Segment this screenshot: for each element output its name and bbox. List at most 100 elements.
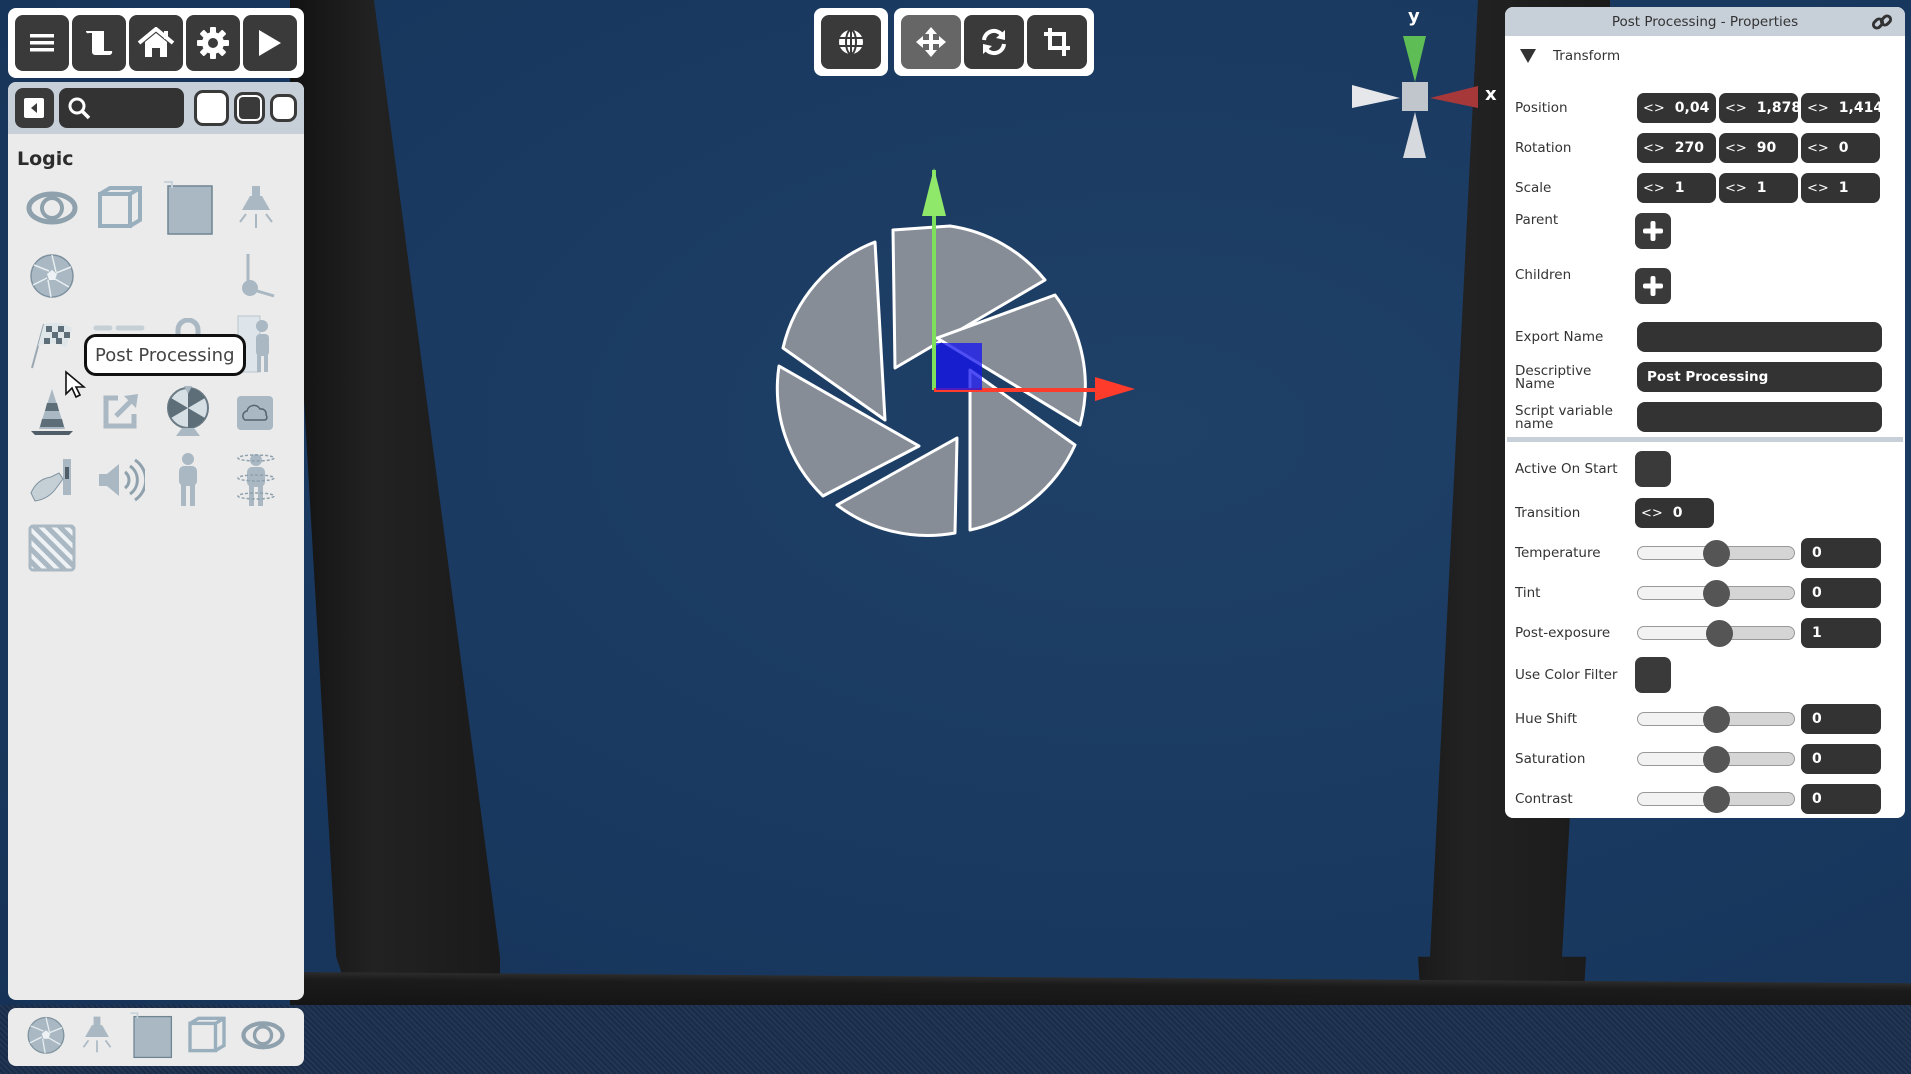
library-item-hatched-area[interactable] <box>18 516 86 584</box>
export-name-input[interactable] <box>1637 322 1882 352</box>
library-item-visibility[interactable] <box>18 176 86 244</box>
library-item-post-processing[interactable] <box>18 244 86 312</box>
script-variable-input[interactable] <box>1637 402 1882 432</box>
library-item-hidden-item-2[interactable] <box>154 244 222 312</box>
dock-item-post-processing[interactable] <box>26 1016 65 1059</box>
hue-shift-slider[interactable] <box>1637 706 1795 733</box>
tint-value-field[interactable]: 0 <box>1801 578 1881 608</box>
drag-arrows-icon[interactable]: <> <box>1807 141 1829 156</box>
active-on-start-checkbox[interactable] <box>1635 451 1671 487</box>
library-item-external-link[interactable] <box>86 380 154 448</box>
contrast-row: Contrast 0 <box>1505 784 1905 814</box>
view-size-medium-toggle[interactable] <box>233 92 265 124</box>
library-item-anchor-transform[interactable] <box>222 244 290 312</box>
library-item-light[interactable] <box>222 176 290 244</box>
saturation-value-field[interactable]: 0 <box>1801 744 1881 774</box>
menu-button[interactable] <box>15 15 69 71</box>
scale-y-field[interactable]: <> 1 <box>1719 173 1798 203</box>
drag-arrows-icon[interactable]: <> <box>1807 181 1829 196</box>
move-tool-button[interactable] <box>901 15 961 69</box>
collapse-panel-button[interactable] <box>15 88 54 128</box>
library-item-player-spawn[interactable] <box>222 448 290 516</box>
drag-arrows-icon[interactable]: <> <box>1643 181 1665 196</box>
position-z-field[interactable]: <> 1,414 <box>1801 93 1883 123</box>
drag-arrows-icon[interactable]: <> <box>1643 141 1665 156</box>
object-library-panel: Logic Post Processing <box>8 82 304 1000</box>
descriptive-name-input[interactable]: Post Processing <box>1637 362 1882 392</box>
scale-tool-button[interactable] <box>1027 15 1087 69</box>
contrast-slider[interactable] <box>1637 786 1795 813</box>
temperature-slider-knob[interactable] <box>1703 540 1730 567</box>
axis-y-cone-icon[interactable] <box>1403 36 1426 82</box>
drag-arrows-icon[interactable]: <> <box>1641 506 1663 521</box>
settings-button[interactable] <box>186 15 240 71</box>
global-space-button[interactable] <box>821 15 881 69</box>
library-item-player[interactable] <box>154 448 222 516</box>
orientation-gizmo[interactable]: y x <box>1340 0 1500 170</box>
contrast-slider-knob[interactable] <box>1703 786 1730 813</box>
temperature-slider[interactable] <box>1637 540 1795 567</box>
view-size-large-toggle[interactable] <box>193 90 229 126</box>
add-parent-button[interactable] <box>1635 213 1671 249</box>
scale-z-field[interactable]: <> 1 <box>1801 173 1880 203</box>
saturation-slider-knob[interactable] <box>1703 746 1730 773</box>
hue-shift-slider-knob[interactable] <box>1703 706 1730 733</box>
cloud-box-icon <box>235 392 277 436</box>
temperature-value-field[interactable]: 0 <box>1801 538 1881 568</box>
post-exposure-slider[interactable] <box>1637 620 1795 647</box>
post-exposure-value-field[interactable]: 1 <box>1801 618 1881 648</box>
transition-field[interactable]: <> 0 <box>1635 498 1714 528</box>
position-x-field[interactable]: <> 0,04 <box>1637 93 1716 123</box>
drag-arrows-icon[interactable]: <> <box>1725 141 1747 156</box>
dock-item-trigger-box[interactable] <box>187 1015 228 1059</box>
dock-item-panel[interactable] <box>129 1012 173 1063</box>
library-item-trigger-box[interactable] <box>86 176 154 244</box>
drag-arrows-icon[interactable]: <> <box>1643 101 1665 116</box>
library-item-sound[interactable] <box>86 448 154 516</box>
transform-section-toggle[interactable]: Transform <box>1505 36 1905 76</box>
contrast-value-field[interactable]: 0 <box>1801 784 1881 814</box>
rotation-y-field[interactable]: <> 90 <box>1719 133 1798 163</box>
dock-item-light[interactable] <box>78 1015 115 1059</box>
play-button[interactable] <box>243 15 297 71</box>
library-item-spinning-wheel[interactable] <box>154 380 222 448</box>
library-item-cloud-save[interactable] <box>222 380 290 448</box>
unknown-icon <box>168 256 208 300</box>
gizmo-xy-plane-handle[interactable] <box>936 343 982 390</box>
axis-neg-x-cone-icon[interactable] <box>1352 85 1400 108</box>
view-size-small-toggle[interactable] <box>269 94 297 122</box>
dock-item-visibility[interactable] <box>241 1018 285 1055</box>
library-item-panel[interactable] <box>154 176 222 244</box>
drag-arrows-icon[interactable]: <> <box>1725 181 1747 196</box>
search-input[interactable] <box>58 88 184 128</box>
home-button[interactable] <box>129 15 183 71</box>
gizmo-x-arrow-icon[interactable] <box>1095 377 1135 401</box>
link-icon[interactable] <box>1871 11 1893 33</box>
post-exposure-slider-knob[interactable] <box>1706 620 1734 647</box>
axis-x-cone-icon[interactable] <box>1430 86 1478 108</box>
add-children-button[interactable] <box>1635 268 1671 304</box>
saturation-slider[interactable] <box>1637 746 1795 773</box>
scripts-button[interactable] <box>72 15 126 71</box>
position-y-field[interactable]: <> 1,878 <box>1719 93 1802 123</box>
use-color-filter-checkbox[interactable] <box>1635 657 1671 693</box>
tint-slider-knob[interactable] <box>1703 580 1730 607</box>
rotate-tool-button[interactable] <box>964 15 1024 69</box>
rotation-x-field[interactable]: <> 270 <box>1637 133 1716 163</box>
tint-slider[interactable] <box>1637 580 1795 607</box>
person-icon <box>175 452 201 512</box>
library-item-keycard-reader[interactable] <box>18 448 86 516</box>
drag-arrows-icon[interactable]: <> <box>1807 101 1829 116</box>
tint-label: Tint <box>1515 585 1541 601</box>
position-y-value: 1,878 <box>1756 100 1802 116</box>
drag-arrows-icon[interactable]: <> <box>1725 101 1747 116</box>
axis-neg-z-cone-icon[interactable] <box>1403 112 1426 158</box>
gizmo-y-arrow-icon[interactable] <box>922 168 946 216</box>
axis-center-cube-icon[interactable] <box>1402 82 1428 111</box>
library-item-hidden-item-1[interactable] <box>86 244 154 312</box>
rotation-z-field[interactable]: <> 0 <box>1801 133 1880 163</box>
hue-shift-value-field[interactable]: 0 <box>1801 704 1881 734</box>
collapse-left-icon <box>24 98 45 118</box>
scale-x-field[interactable]: <> 1 <box>1637 173 1716 203</box>
scale-label: Scale <box>1515 180 1552 196</box>
